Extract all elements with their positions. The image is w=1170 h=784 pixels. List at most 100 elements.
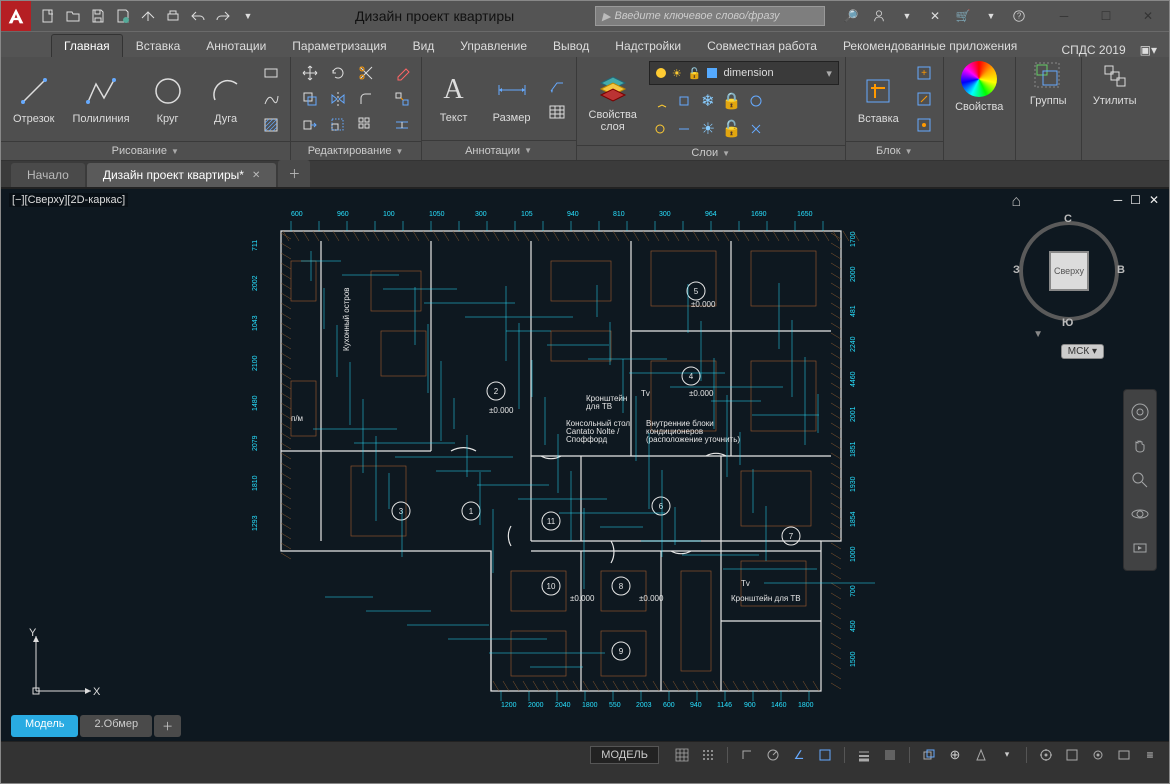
layuniso-icon[interactable] [673, 117, 695, 141]
erase-icon[interactable] [389, 61, 415, 85]
help-icon[interactable]: ? [1009, 6, 1029, 26]
vp-min-icon[interactable]: ─ [1114, 193, 1123, 207]
mirror-icon[interactable] [325, 87, 351, 111]
tab-collab[interactable]: Совместная работа [694, 34, 830, 57]
nav-showmotion-icon[interactable] [1128, 536, 1152, 560]
plot-icon[interactable] [162, 5, 184, 27]
grid-toggle-icon[interactable] [671, 745, 693, 765]
snap-toggle-icon[interactable] [697, 745, 719, 765]
viewcube-face[interactable]: Сверху [1049, 251, 1089, 291]
close-button[interactable]: ✕ [1127, 1, 1169, 31]
utils-icon[interactable] [1100, 61, 1130, 91]
redo-icon[interactable] [212, 5, 234, 27]
tab-spds[interactable]: СПДС 2019 [1062, 43, 1126, 57]
dropdown-icon[interactable]: ▼ [897, 6, 917, 26]
attr-icon[interactable] [911, 113, 937, 137]
qat-arrow-icon[interactable]: ▼ [237, 5, 259, 27]
customize-icon[interactable]: ≡ [1139, 745, 1161, 765]
tab-start[interactable]: Начало [11, 163, 85, 187]
new-icon[interactable] [37, 5, 59, 27]
tab-add[interactable]: ＋ [278, 160, 310, 187]
annomonitor-icon[interactable]: ⊕ [944, 745, 966, 765]
annoscale-icon[interactable] [970, 745, 992, 765]
osnap-icon[interactable] [814, 745, 836, 765]
create-block-icon[interactable]: + [911, 61, 937, 85]
tab-output[interactable]: Вывод [540, 34, 602, 57]
tab-view[interactable]: Вид [400, 34, 448, 57]
panel-block-title[interactable]: Блок▼ [846, 141, 943, 160]
laythaw-icon[interactable]: ☀ [697, 117, 719, 141]
color-wheel-icon[interactable] [961, 61, 997, 97]
array-icon[interactable] [353, 113, 379, 137]
tab-model[interactable]: Модель [11, 715, 78, 737]
vp-close-icon[interactable]: ✕ [1149, 193, 1159, 207]
viewport[interactable]: [−][Сверху][2D-каркас] ─ ☐ ✕ 60096010010… [1, 189, 1169, 741]
nav-orbit-icon[interactable] [1128, 502, 1152, 526]
panel-layers-title[interactable]: Слои▼ [577, 145, 845, 160]
polar-icon[interactable] [762, 745, 784, 765]
layoff-icon[interactable] [649, 89, 671, 113]
text-button[interactable]: А Текст [428, 68, 480, 128]
status-model-button[interactable]: МОДЕЛЬ [590, 746, 659, 764]
layer-combo[interactable]: ☀ 🔓 dimension ▾ [649, 61, 839, 85]
undo-icon[interactable] [187, 5, 209, 27]
layunlock-icon[interactable]: 🔓 [721, 117, 743, 141]
maximize-button[interactable]: ☐ [1085, 1, 1127, 31]
insert-button[interactable]: Вставка [852, 69, 905, 129]
tab-featured[interactable]: Рекомендованные приложения [830, 34, 1030, 57]
tab-manage[interactable]: Управление [447, 34, 540, 57]
save-icon[interactable] [87, 5, 109, 27]
vp-max-icon[interactable]: ☐ [1130, 193, 1141, 207]
panel-annot-title[interactable]: Аннотации▼ [422, 140, 576, 160]
transparency-icon[interactable] [879, 745, 901, 765]
move-icon[interactable] [297, 61, 323, 85]
infocenter-icon[interactable]: 🔎 [841, 6, 861, 26]
tab-parametric[interactable]: Параметризация [279, 34, 399, 57]
minimize-button[interactable]: ─ [1043, 1, 1085, 31]
isodraft-icon[interactable]: ∠ [788, 745, 810, 765]
edit-block-icon[interactable] [911, 87, 937, 111]
open-icon[interactable] [62, 5, 84, 27]
rotate-icon[interactable] [325, 61, 351, 85]
exchange-icon[interactable]: ✕ [925, 6, 945, 26]
trim-icon[interactable] [353, 61, 379, 85]
tab-close-icon[interactable]: ✕ [252, 170, 260, 181]
laylock-icon[interactable]: 🔒 [721, 89, 743, 113]
leader-icon[interactable] [544, 74, 570, 98]
viewcube-home-icon[interactable]: ⌂ [1011, 193, 1021, 211]
viewcube[interactable]: Сверху С Ю В З [1009, 211, 1129, 331]
layfrz-icon[interactable]: ❄ [697, 89, 719, 113]
tab-layout-add[interactable]: ＋ [154, 715, 181, 737]
cleanscreen-icon[interactable] [1113, 745, 1135, 765]
saveas-icon[interactable] [112, 5, 134, 27]
signin-icon[interactable] [869, 6, 889, 26]
publish-icon[interactable] [137, 5, 159, 27]
line-button[interactable]: Отрезок [7, 69, 60, 129]
tab-layout[interactable]: 2.Обмер [80, 715, 152, 737]
cart-icon[interactable]: 🛒 [953, 6, 973, 26]
copy-icon[interactable] [297, 87, 323, 111]
layon-icon[interactable] [649, 117, 671, 141]
nav-wheel-icon[interactable] [1128, 400, 1152, 424]
panel-modify-title[interactable]: Редактирование▼ [291, 141, 421, 160]
circle-button[interactable]: Круг [142, 69, 194, 129]
scale-dropdown-icon[interactable]: ▾ [996, 745, 1018, 765]
ortho-icon[interactable] [736, 745, 758, 765]
lwt-icon[interactable] [853, 745, 875, 765]
search-box[interactable]: ▶Введите ключевое слово/фразу [595, 6, 825, 26]
tab-insert[interactable]: Вставка [123, 34, 194, 57]
offset-icon[interactable] [389, 113, 415, 137]
layer-props-button[interactable]: Свойства слоя [583, 65, 643, 137]
ribbon-minimize-icon[interactable]: ▣▾ [1140, 43, 1157, 57]
cycling-icon[interactable] [918, 745, 940, 765]
tab-annotate[interactable]: Аннотации [193, 34, 279, 57]
groups-icon[interactable] [1033, 61, 1063, 91]
tab-home[interactable]: Главная [51, 34, 123, 57]
isolate-icon[interactable] [1087, 745, 1109, 765]
arc-button[interactable]: Дуга [200, 69, 252, 129]
stretch-icon[interactable] [297, 113, 323, 137]
spline-icon[interactable] [258, 87, 284, 111]
qproperties-icon[interactable] [1061, 745, 1083, 765]
workspace-icon[interactable] [1035, 745, 1057, 765]
rectangle-icon[interactable] [258, 61, 284, 85]
